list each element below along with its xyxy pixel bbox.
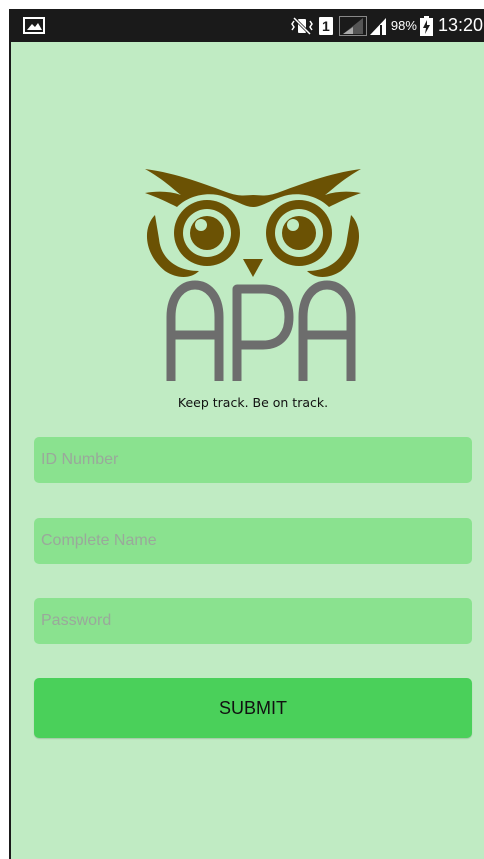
signal-sim2-icon xyxy=(369,17,386,35)
status-bar: 1 98% 13:20 xyxy=(11,9,484,42)
apa-owl-logo xyxy=(145,169,361,381)
complete-name-field[interactable]: Complete Name xyxy=(34,518,472,564)
password-field[interactable]: Password xyxy=(34,598,472,644)
app-screen: 1 98% 13:20 Keep track. Be on track. ID … xyxy=(9,9,484,859)
id-number-field[interactable]: ID Number xyxy=(34,437,472,483)
sim-slot-badge: 1 xyxy=(318,16,333,35)
battery-charging-icon xyxy=(419,15,433,36)
submit-button[interactable]: SUBMIT xyxy=(34,678,472,738)
signal-sim1-icon xyxy=(338,15,367,36)
image-notification-icon xyxy=(23,17,45,34)
app-tagline: Keep track. Be on track. xyxy=(177,395,329,410)
battery-percent: 98% xyxy=(390,18,417,33)
status-time: 13:20 xyxy=(437,15,483,35)
mute-vibrate-icon xyxy=(291,16,313,35)
